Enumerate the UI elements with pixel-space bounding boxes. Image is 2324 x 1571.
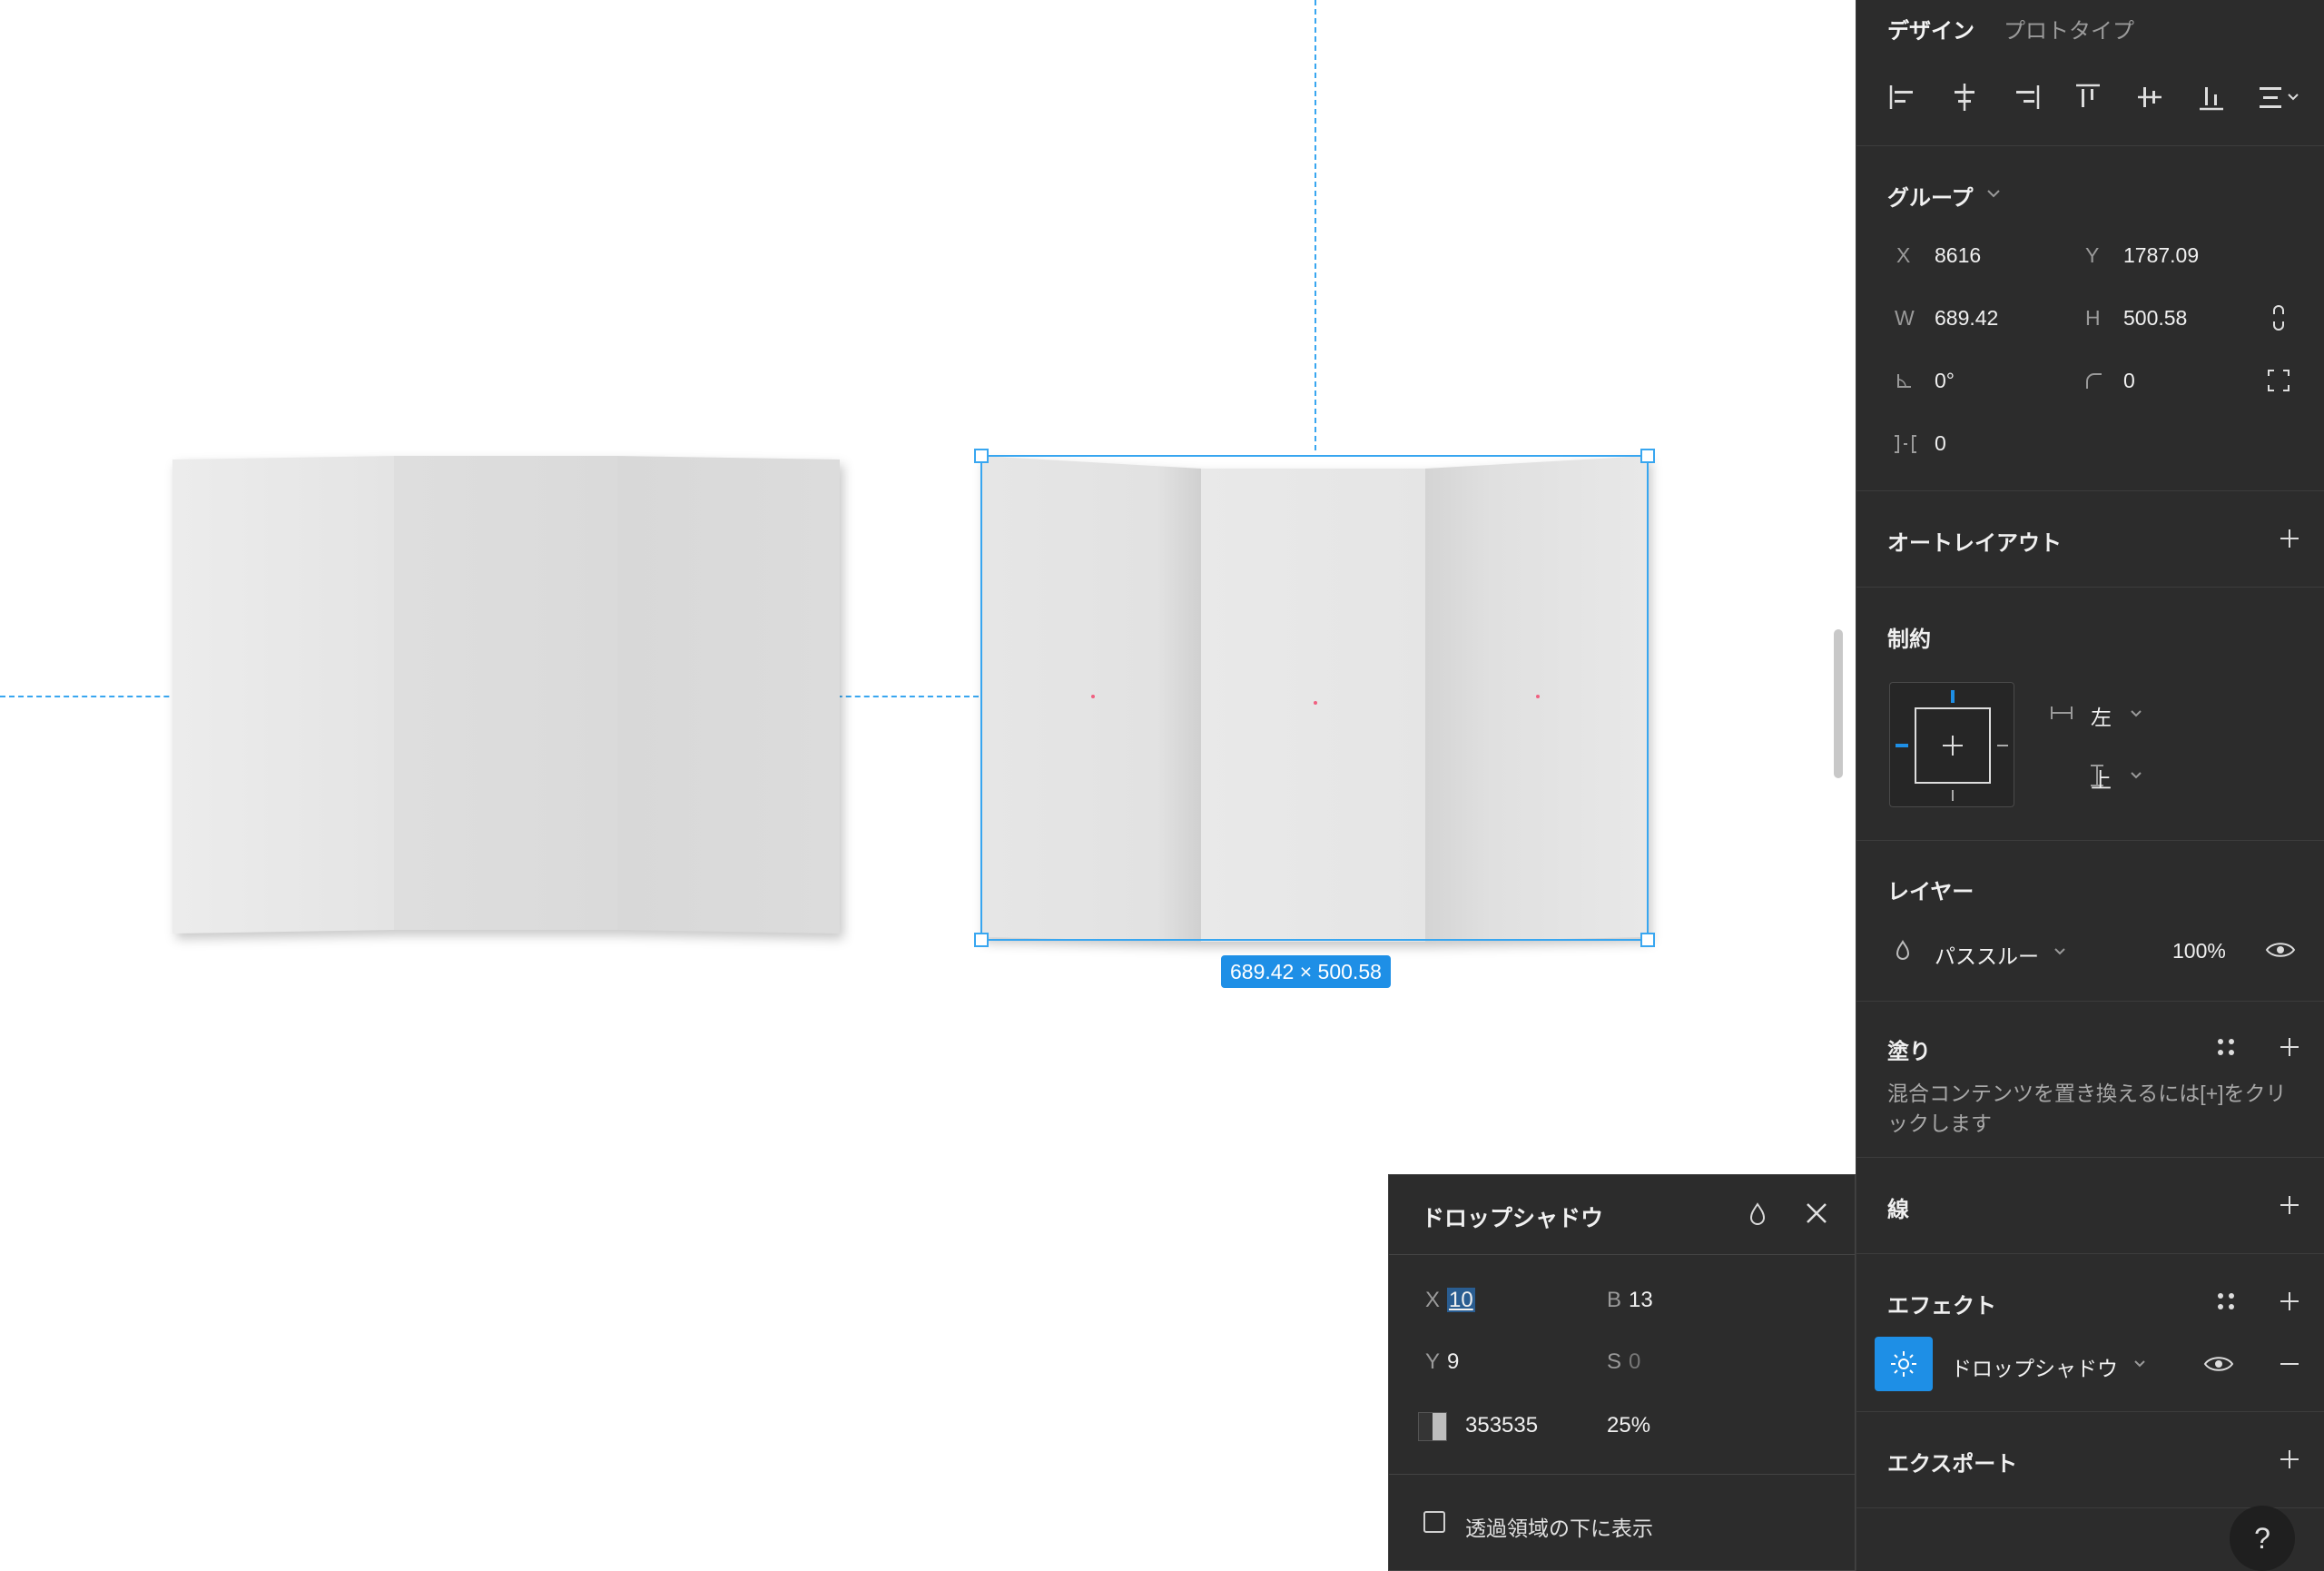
corner-radius-icon [2086, 373, 2102, 389]
clip-spacing-input[interactable]: 0 [1935, 431, 1946, 456]
effects-section-title: エフェクト [1887, 1294, 1996, 1319]
add-stroke-icon[interactable] [2278, 1193, 2301, 1217]
tab-prototype[interactable]: プロトタイプ [2004, 13, 2134, 44]
rotation-icon [1897, 374, 1911, 388]
tab-design[interactable]: デザイン [1887, 13, 1974, 44]
eye-icon[interactable] [2265, 939, 2296, 961]
distribute-menu-icon[interactable] [2258, 80, 2303, 114]
chevron-down-icon[interactable] [2132, 1357, 2147, 1371]
resize-handle-bottom-right[interactable] [1640, 933, 1655, 947]
horizontal-constraint-select[interactable]: 左 [2091, 700, 2112, 731]
shadow-opacity-field[interactable]: 25% [1607, 1413, 1650, 1438]
design-canvas[interactable]: 689.42 × 500.58 ドロップシャドウ X 10 B 13 Y9 S0 3… [0, 0, 1856, 1571]
rotation-input[interactable]: 0° [1935, 369, 1955, 393]
selection-bounding-box[interactable] [974, 449, 1655, 947]
close-icon[interactable] [1802, 1199, 1831, 1228]
add-auto-layout-icon[interactable] [2278, 527, 2301, 550]
stroke-section-title: 線 [1887, 1198, 1909, 1222]
shadow-x-field[interactable]: X 10 [1425, 1288, 1475, 1313]
align-bottom-icon[interactable] [2196, 80, 2227, 114]
divider [1856, 1411, 2324, 1412]
group-section-title[interactable]: グループ [1887, 180, 1974, 212]
add-effect-icon[interactable] [2278, 1289, 2301, 1313]
divider [1856, 490, 2324, 491]
constraints-section-title: 制約 [1887, 627, 1931, 652]
shadow-color-hex[interactable]: 353535 [1465, 1413, 1538, 1438]
vertical-constraint-select[interactable]: 上 [2091, 763, 2112, 794]
remove-effect-icon[interactable] [2278, 1353, 2301, 1375]
align-horizontal-center-icon[interactable] [1949, 80, 1980, 114]
divider [1856, 587, 2324, 588]
drop-shadow-popup-header: ドロップシャドウ [1389, 1175, 1855, 1255]
auto-layout-section-title: オートレイアウト [1887, 531, 2062, 556]
export-section-title: エクスポート [1887, 1452, 2018, 1477]
shadow-color-swatch[interactable] [1418, 1412, 1447, 1441]
canvas-vertical-scrollbar[interactable] [1834, 629, 1843, 778]
mixed-fill-message: 混合コンテンツを置き換えるには[+]をクリックします [1887, 1082, 2287, 1135]
selection-size-badge: 689.42 × 500.58 [1221, 955, 1391, 988]
chevron-down-icon[interactable] [1985, 185, 2002, 202]
x-input[interactable]: 8616 [1935, 243, 1981, 268]
resize-handle-top-right[interactable] [1640, 449, 1655, 463]
add-export-icon[interactable] [2278, 1447, 2301, 1471]
effect-type-select[interactable]: ドロップシャドウ [1951, 1351, 2118, 1382]
folded-brochure-left[interactable] [172, 456, 840, 935]
x-label: X [1896, 243, 1911, 267]
blend-mode-drop-icon [1896, 940, 1910, 960]
drop-icon[interactable] [1745, 1200, 1770, 1228]
alignment-toolbar [1887, 80, 2314, 116]
show-behind-transparent-checkbox[interactable] [1423, 1511, 1445, 1533]
divider [1856, 1253, 2324, 1254]
popup-title: ドロップシャドウ [1422, 1206, 1604, 1231]
align-vertical-center-icon[interactable] [2134, 80, 2165, 114]
divider [1856, 1001, 2324, 1002]
chevron-down-icon[interactable] [2129, 706, 2143, 721]
drop-shadow-popup: ドロップシャドウ X 10 B 13 Y9 S0 353535 25% 透過領域… [1388, 1174, 1856, 1571]
divider [1856, 1157, 2324, 1158]
align-left-icon[interactable] [1887, 80, 1918, 114]
fill-section-title: 塗り [1887, 1040, 1931, 1064]
layer-opacity-input[interactable]: 100% [2172, 939, 2226, 963]
horizontal-constraint-icon [2051, 706, 2073, 719]
effect-settings-button[interactable] [1875, 1337, 1933, 1391]
layer-section-title: レイヤー [1887, 880, 1974, 904]
eye-icon[interactable] [2203, 1353, 2234, 1375]
style-grid-icon[interactable] [2214, 1035, 2238, 1059]
blend-mode-select[interactable]: パススルー [1935, 939, 2039, 970]
divider [1856, 840, 2324, 841]
style-grid-icon[interactable] [2214, 1289, 2238, 1313]
h-input[interactable]: 500.58 [2123, 306, 2187, 331]
shadow-y-field[interactable]: Y9 [1425, 1349, 1459, 1375]
popup-divider [1389, 1474, 1855, 1475]
resize-handle-bottom-left[interactable] [974, 933, 989, 947]
divider [1856, 145, 2324, 146]
independent-corners-icon[interactable] [2267, 369, 2290, 392]
vertical-guide-line [1315, 0, 1316, 450]
constrain-proportions-icon[interactable] [2269, 303, 2289, 332]
help-button[interactable]: ? [2230, 1506, 2295, 1571]
h-label: H [2085, 306, 2101, 330]
shadow-blur-field[interactable]: B 13 [1607, 1288, 1653, 1313]
properties-panel: デザイン プロトタイプ グループ X 8616 Y 1787.09 W 689.… [1856, 0, 2324, 1571]
align-top-icon[interactable] [2073, 80, 2103, 114]
chevron-down-icon[interactable] [2129, 768, 2143, 783]
sun-effect-icon [1891, 1351, 1916, 1377]
w-label: W [1895, 306, 1915, 330]
clip-spacing-icon [1895, 435, 1916, 453]
align-right-icon[interactable] [2011, 80, 2042, 114]
chevron-down-icon[interactable] [2053, 944, 2067, 959]
resize-handle-top-left[interactable] [974, 449, 989, 463]
corner-radius-input[interactable]: 0 [2123, 369, 2135, 393]
y-input[interactable]: 1787.09 [2123, 243, 2199, 268]
add-fill-icon[interactable] [2278, 1035, 2301, 1059]
w-input[interactable]: 689.42 [1935, 306, 1998, 331]
shadow-spread-field[interactable]: S0 [1607, 1349, 1640, 1375]
constraints-diagram-icon [1896, 690, 2008, 801]
y-label: Y [2085, 243, 2100, 267]
constraints-widget[interactable] [1889, 682, 2014, 807]
show-behind-transparent-label: 透過領域の下に表示 [1465, 1517, 1653, 1540]
